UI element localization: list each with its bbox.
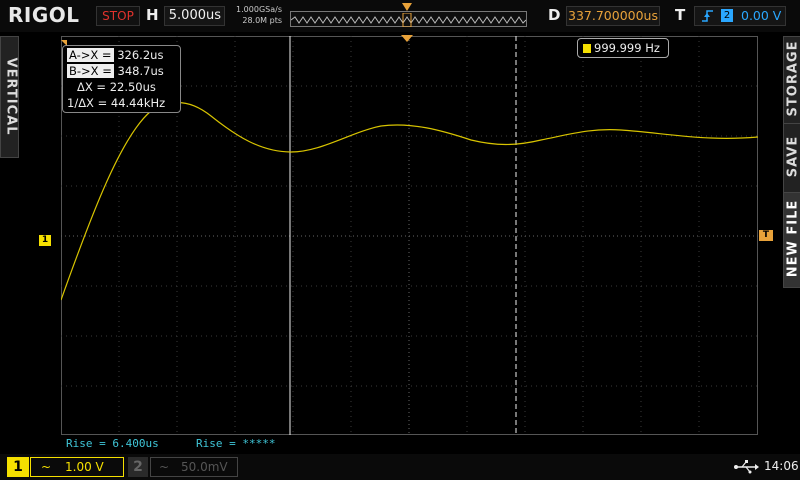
trigger-level-value: 0.00 V [741, 8, 782, 23]
rising-edge-icon [702, 10, 713, 22]
side-tab-vertical-label: VERTICAL [3, 57, 19, 136]
ch1-button[interactable]: 1 [7, 457, 29, 477]
brand-logo: RIGOL [8, 3, 80, 27]
ch2-button[interactable]: 2 [128, 457, 148, 477]
acquisition-info: 1.000GSa/s 28.0M pts [230, 4, 282, 26]
cursor-b-row: B->X = 348.7us [67, 64, 164, 79]
measurement-2[interactable]: Rise = ***** [196, 437, 275, 450]
ch1-level-marker[interactable]: 1 [39, 235, 51, 246]
timebase-value[interactable]: 5.000us [164, 6, 225, 26]
ch2-coupling-icon: ~ [159, 460, 170, 474]
delay-value[interactable]: 337.700000us [566, 6, 660, 26]
cursor-dx-row: ΔX = 22.50us [77, 80, 156, 95]
ch2-scale: 50.0mV [181, 460, 228, 474]
trigger-position-marker[interactable] [401, 35, 413, 43]
side-tab-new-file-label: NEW FILE [785, 199, 800, 278]
cursor-inv-dx-label: 1/ΔX = [67, 96, 108, 110]
trigger-settings[interactable]: 2 0.00 V [694, 6, 786, 26]
ch1-coupling-icon: ~ [41, 460, 52, 474]
cursor-inv-dx-row: 1/ΔX = 44.44kHz [67, 96, 165, 111]
clock: 14:06 [764, 459, 799, 473]
cursor-b-value: 348.7us [117, 64, 164, 78]
ch2-settings[interactable]: ~ 50.0mV [150, 457, 238, 477]
ch1-settings[interactable]: ~ 1.00 V [30, 457, 124, 477]
frequency-counter-value: 999.999 Hz [594, 41, 660, 55]
ch1-scale: 1.00 V [65, 460, 104, 474]
trigger-label: T [675, 6, 686, 24]
cursor-a-label: A->X = [67, 48, 114, 62]
sample-rate: 1.000GSa/s [236, 5, 282, 14]
side-tab-storage[interactable]: STORAGE [783, 36, 800, 124]
cursor-readout-panel: A->X = 326.2us B->X = 348.7us ΔX = 22.50… [62, 45, 181, 113]
memory-overview-strip[interactable] [290, 11, 527, 28]
cursor-dx-value: 22.50us [109, 80, 156, 94]
cursor-b-label: B->X = [67, 64, 114, 78]
trigger-position-marker-top[interactable] [402, 3, 412, 13]
memory-waveform [290, 12, 527, 28]
side-tab-save[interactable]: SAVE [783, 123, 800, 193]
usb-icon [734, 460, 759, 474]
cursor-inv-dx-value: 44.44kHz [110, 96, 166, 110]
run-stop-button[interactable]: STOP [96, 6, 140, 26]
ch1-color-swatch [583, 44, 591, 53]
side-tab-save-label: SAVE [785, 135, 800, 178]
side-tab-new-file[interactable]: NEW FILE [783, 192, 800, 288]
cursor-a-value: 326.2us [117, 48, 164, 62]
measurement-1[interactable]: Rise = 6.400us [66, 437, 159, 450]
delay-label: D [548, 6, 561, 24]
trigger-source-badge: 2 [721, 9, 733, 22]
side-tab-storage-label: STORAGE [785, 40, 800, 117]
trigger-level-marker[interactable]: T [759, 230, 773, 241]
cursor-dx-label: ΔX = [77, 80, 107, 94]
cursor-a-row: A->X = 326.2us [67, 48, 163, 63]
side-tab-vertical[interactable]: VERTICAL [0, 36, 19, 158]
frequency-counter: 999.999 Hz [577, 38, 669, 58]
memory-depth: 28.0M pts [242, 16, 282, 25]
horizontal-label: H [146, 6, 159, 24]
